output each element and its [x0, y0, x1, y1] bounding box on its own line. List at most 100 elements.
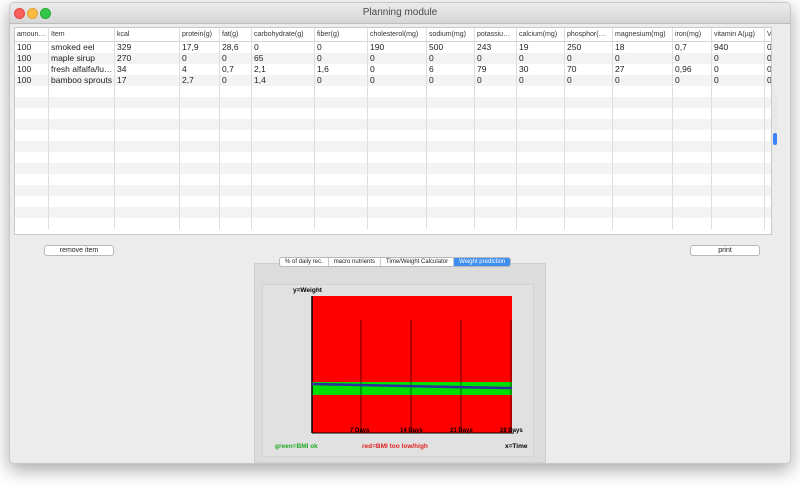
table-cell: 0 [427, 53, 475, 64]
table-cell [765, 185, 771, 196]
table-row[interactable]: 100 smoked eel 329 17,9 28,6 0 0 190 500 243 19 250… [15, 42, 771, 53]
table-cell [180, 196, 220, 207]
table-cell [15, 141, 49, 152]
tab-macro-nutrients[interactable]: macro nutrients [329, 258, 382, 266]
column-header[interactable]: potassiu… [475, 28, 517, 41]
table-cell [49, 97, 115, 108]
table-cell: 2,1 [252, 64, 315, 75]
table-cell [220, 174, 252, 185]
table-cell [517, 218, 565, 229]
table-scrollbar-thumb[interactable] [773, 133, 777, 145]
table-cell: 100 [15, 53, 49, 64]
table-cell [427, 196, 475, 207]
table-cell: 27 [613, 64, 673, 75]
table-cell [565, 218, 613, 229]
table-cell [368, 185, 427, 196]
table-row[interactable]: 100 fresh alfalfa/lu… 34 4 0,7 2,1 1,6 0 6 79 30 70… [15, 64, 771, 75]
table-cell [765, 141, 771, 152]
table-cell [220, 141, 252, 152]
table-cell: 0 [765, 75, 771, 86]
table-cell: 0 [712, 64, 765, 75]
empty-table-row[interactable] [15, 108, 771, 119]
table-cell [517, 119, 565, 130]
table-cell: 0 [673, 75, 712, 86]
column-header[interactable]: phosphor(… [565, 28, 613, 41]
column-header[interactable]: iron(mg) [673, 28, 712, 41]
empty-table-row[interactable] [15, 152, 771, 163]
column-header[interactable]: cholesterol(mg) [368, 28, 427, 41]
table-cell: 500 [427, 42, 475, 53]
empty-table-row[interactable] [15, 185, 771, 196]
empty-table-row[interactable] [15, 141, 771, 152]
window-title: Planning module [362, 7, 438, 18]
table-cell [49, 119, 115, 130]
table-cell [517, 152, 565, 163]
table-cell [613, 141, 673, 152]
column-header[interactable]: Item [49, 28, 115, 41]
table-cell: 100 [15, 64, 49, 75]
table-cell [427, 130, 475, 141]
column-header[interactable]: fat(g) [220, 28, 252, 41]
table-cell [475, 218, 517, 229]
table-cell: 0 [613, 53, 673, 64]
table-cell [765, 218, 771, 229]
column-header[interactable]: kcal [115, 28, 180, 41]
food-table[interactable]: amoun… Item kcal protein(g) fat(g) carbohydra… [14, 27, 772, 235]
empty-table-row[interactable] [15, 218, 771, 229]
table-cell: 70 [565, 64, 613, 75]
table-cell [252, 108, 315, 119]
table-cell [613, 97, 673, 108]
column-header[interactable]: fiber(g) [315, 28, 368, 41]
table-cell [517, 141, 565, 152]
empty-table-row[interactable] [15, 163, 771, 174]
column-header[interactable]: sodium(mg) [427, 28, 475, 41]
table-cell: 18 [613, 42, 673, 53]
table-cell: 0 [475, 53, 517, 64]
empty-table-row[interactable] [15, 86, 771, 97]
tab--of-daily-rec[interactable]: % of daily rec. [280, 258, 329, 266]
table-cell [673, 141, 712, 152]
table-cell [673, 207, 712, 218]
x-axis-label: x=Time [505, 443, 528, 450]
table-cell [49, 152, 115, 163]
table-cell: 0 [712, 53, 765, 64]
column-header[interactable]: calcium(mg) [517, 28, 565, 41]
empty-table-row[interactable] [15, 130, 771, 141]
table-cell [765, 174, 771, 185]
column-header[interactable]: protein(g) [180, 28, 220, 41]
table-cell [427, 174, 475, 185]
table-cell [49, 86, 115, 97]
table-cell [252, 163, 315, 174]
table-cell: 0 [315, 53, 368, 64]
table-cell: 28,6 [220, 42, 252, 53]
table-cell [427, 207, 475, 218]
table-cell [673, 119, 712, 130]
empty-table-row[interactable] [15, 119, 771, 130]
table-cell [613, 86, 673, 97]
table-cell: 0 [765, 64, 771, 75]
table-row[interactable]: 100 maple sirup 270 0 0 65 0 0 0 0 0 0 0 0 0 0 [15, 53, 771, 64]
empty-table-row[interactable] [15, 97, 771, 108]
table-cell: 270 [115, 53, 180, 64]
empty-table-row[interactable] [15, 207, 771, 218]
y-axis-label: y=Weight [293, 287, 323, 294]
tab-time-weight-calculator[interactable]: Time/Weight Calculator [381, 258, 455, 266]
tab-weight-prediction[interactable]: Weight prediction [454, 258, 511, 266]
print-button[interactable]: print [690, 245, 760, 256]
table-row[interactable]: 100 bamboo sprouts 17 2,7 0 1,4 0 0 0 0 0 0 0 0 0 0 [15, 75, 771, 86]
table-cell [252, 119, 315, 130]
table-cell [252, 207, 315, 218]
table-cell [180, 97, 220, 108]
column-header[interactable]: carbohydrate(g) [252, 28, 315, 41]
table-cell [368, 86, 427, 97]
empty-table-row[interactable] [15, 174, 771, 185]
column-header[interactable]: magnesium(mg) [613, 28, 673, 41]
remove-item-button[interactable]: remove item [44, 245, 114, 256]
table-cell [712, 86, 765, 97]
column-header[interactable]: amoun… [15, 28, 49, 41]
empty-table-row[interactable] [15, 196, 771, 207]
table-cell [712, 196, 765, 207]
column-header[interactable]: V [765, 28, 771, 41]
column-header[interactable]: vitamin A(µg) [712, 28, 765, 41]
table-cell [475, 152, 517, 163]
